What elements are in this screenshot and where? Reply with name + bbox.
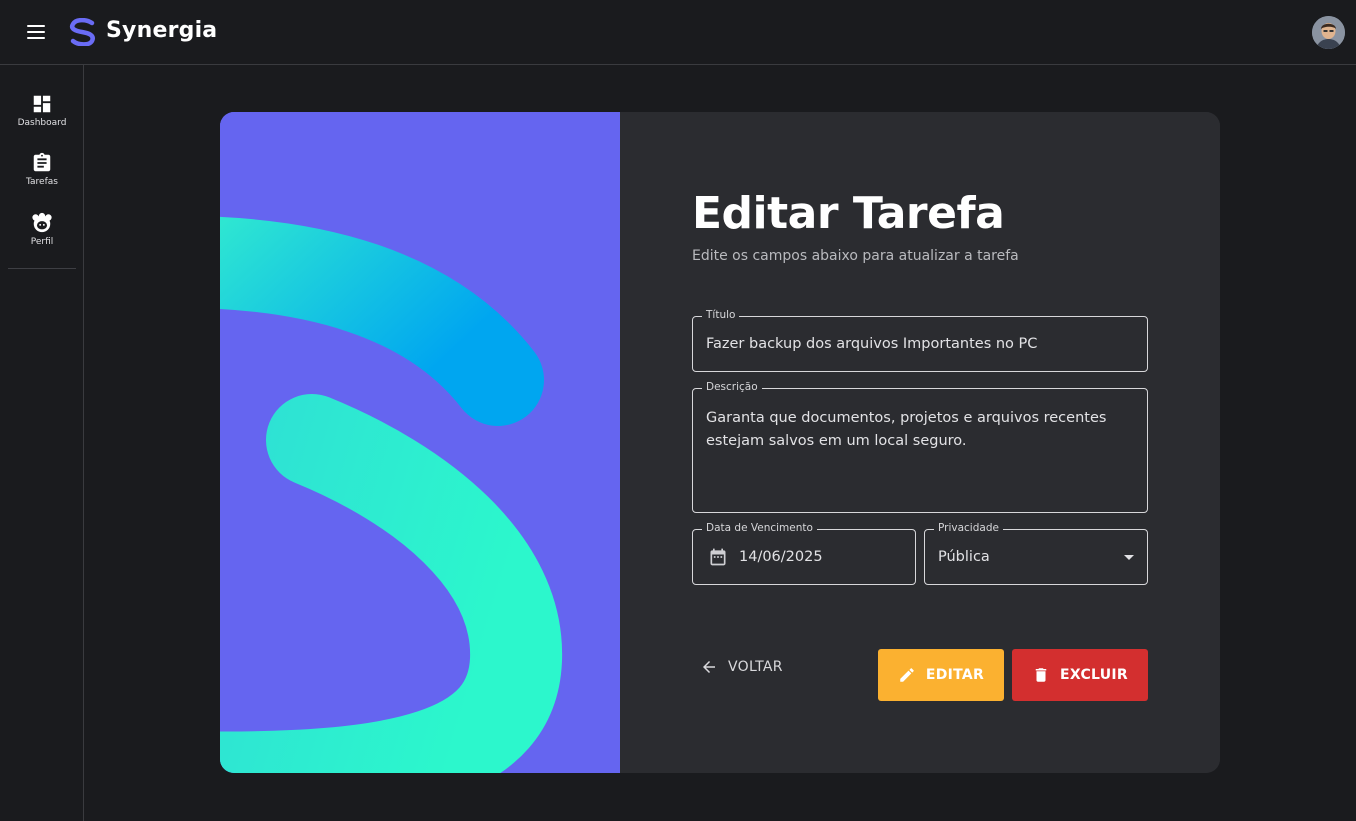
synergia-logo-icon [70,18,95,46]
edit-button[interactable]: EDITAR [878,649,1004,701]
title-field[interactable]: Título Fazer backup dos arquivos Importa… [692,309,1148,372]
edit-task-form: Editar Tarefa Edite os campos abaixo par… [620,112,1220,773]
title-field-label: Título [702,309,740,321]
due-date-field-value[interactable]: 14/06/2025 [739,549,823,565]
brand-swoosh-illustration [220,112,620,773]
sidebar-item-label: Dashboard [17,118,67,128]
privacy-select-label: Privacidade [934,522,1003,534]
sidebar-item-dashboard[interactable]: Dashboard [0,93,84,149]
sidebar-item-tarefas[interactable]: Tarefas [0,152,84,208]
sidebar-item-label: Perfil [30,237,54,247]
sidebar-item-label: Tarefas [26,177,58,187]
page-subtitle: Edite os campos abaixo para atualizar a … [692,248,1019,264]
back-button-label: VOLTAR [728,659,783,675]
description-field[interactable]: Descrição Garanta que documentos, projet… [692,381,1148,513]
profile-icon [32,212,52,233]
description-field-label: Descrição [702,381,762,393]
chevron-down-icon[interactable] [1124,555,1134,560]
top-app-bar: Synergia [0,0,1356,65]
menu-icon[interactable] [22,20,50,44]
decorative-art-panel [220,112,620,773]
user-avatar[interactable] [1312,16,1345,49]
edit-button-label: EDITAR [925,667,985,683]
dashboard-icon [33,95,51,113]
pencil-icon [900,668,914,682]
sidebar-divider [8,268,76,269]
page-title: Editar Tarefa [692,188,1005,239]
edit-task-card: Editar Tarefa Edite os campos abaixo par… [220,112,1220,773]
delete-button[interactable]: EXCLUIR [1012,649,1148,701]
brand-name: Synergia [106,18,218,43]
arrow-left-icon [703,661,715,673]
trash-icon [1035,668,1047,682]
privacy-select-value[interactable]: Pública [938,549,990,565]
due-date-field-label: Data de Vencimento [702,522,817,534]
clipboard-icon [33,152,51,172]
due-date-field[interactable]: Data de Vencimento 14/06/2025 [692,522,916,585]
back-button[interactable]: VOLTAR [700,656,783,678]
delete-button-label: EXCLUIR [1059,667,1128,683]
calendar-icon[interactable] [708,547,728,567]
sidebar: Dashboard Tarefas Perfil [0,65,84,821]
privacy-select[interactable]: Privacidade Pública [924,522,1148,585]
description-field-value[interactable]: Garanta que documentos, projetos e arqui… [706,407,1136,453]
sidebar-item-perfil[interactable]: Perfil [0,212,84,268]
title-field-value[interactable]: Fazer backup dos arquivos Importantes no… [706,336,1037,352]
